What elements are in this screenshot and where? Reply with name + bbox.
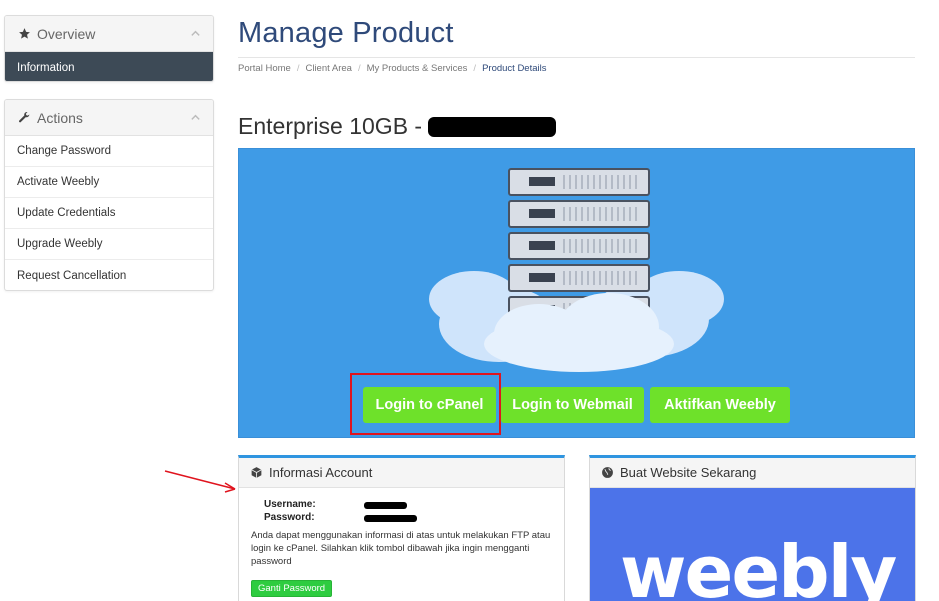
sidebar-actions-title: Actions xyxy=(37,109,83,126)
globe-icon xyxy=(600,466,614,480)
breadcrumb-product-details: Product Details xyxy=(482,63,547,74)
website-builder-panel: Buat Website Sekarang weebly xyxy=(589,455,916,601)
title-divider xyxy=(238,57,915,58)
sidebar-item-label: Upgrade Weebly xyxy=(17,238,103,250)
login-webmail-button[interactable]: Login to Webmail xyxy=(501,387,644,423)
sidebar-item-label: Change Password xyxy=(17,145,111,157)
sidebar-overview-title: Overview xyxy=(37,25,96,42)
username-value-redacted xyxy=(364,502,407,509)
sidebar-item-upgrade-weebly[interactable]: Upgrade Weebly xyxy=(5,229,213,260)
sidebar-item-update-credentials[interactable]: Update Credentials xyxy=(5,198,213,229)
breadcrumb-portal-home[interactable]: Portal Home xyxy=(238,63,291,74)
account-info-title: Informasi Account xyxy=(269,465,373,480)
chevron-up-icon[interactable] xyxy=(189,112,201,124)
product-name-text: Enterprise 10GB - xyxy=(238,113,423,139)
sidebar-actions-header[interactable]: Actions xyxy=(5,100,213,136)
breadcrumb-separator: / xyxy=(357,63,361,74)
website-builder-title: Buat Website Sekarang xyxy=(620,465,757,480)
breadcrumb-client-area[interactable]: Client Area xyxy=(305,63,351,74)
password-value-redacted xyxy=(364,515,417,522)
breadcrumb-separator: / xyxy=(473,63,477,74)
sidebar-item-label: Information xyxy=(17,61,75,74)
page-title: Manage Product xyxy=(238,17,454,49)
username-label: Username: xyxy=(264,499,316,510)
product-name: Enterprise 10GB - xyxy=(238,113,557,140)
activate-weebly-button[interactable]: Aktifkan Weebly xyxy=(650,387,790,423)
sidebar-item-activate-weebly[interactable]: Activate Weebly xyxy=(5,167,213,198)
password-label: Password: xyxy=(264,512,315,523)
change-password-button[interactable]: Ganti Password xyxy=(251,580,333,597)
account-info-header: Informasi Account xyxy=(239,458,564,488)
sidebar-item-label: Activate Weebly xyxy=(17,176,100,188)
cube-icon xyxy=(249,466,263,480)
sidebar-item-request-cancellation[interactable]: Request Cancellation xyxy=(5,260,213,290)
weebly-logo: weebly xyxy=(620,530,897,601)
sidebar-item-information[interactable]: Information xyxy=(5,52,213,81)
sidebar-item-label: Request Cancellation xyxy=(17,269,127,282)
sidebar-item-label: Update Credentials xyxy=(17,207,116,219)
sidebar-actions-panel: Actions Change Password Activate Weebly … xyxy=(4,99,214,291)
breadcrumb: Portal Home / Client Area / My Products … xyxy=(238,63,546,74)
redacted-domain xyxy=(428,116,557,137)
sidebar-item-change-password[interactable]: Change Password xyxy=(5,136,213,167)
account-info-description: Anda dapat menggunakan informasi di atas… xyxy=(251,530,551,567)
sidebar-overview-header[interactable]: Overview xyxy=(5,16,213,52)
chevron-up-icon[interactable] xyxy=(189,28,201,40)
weebly-banner[interactable]: weebly xyxy=(590,488,915,601)
annotation-highlight-box xyxy=(350,373,501,435)
breadcrumb-my-products[interactable]: My Products & Services xyxy=(367,63,468,74)
breadcrumb-separator: / xyxy=(296,63,300,74)
website-builder-header: Buat Website Sekarang xyxy=(590,458,915,488)
wrench-icon xyxy=(17,111,31,125)
star-icon xyxy=(17,27,31,41)
annotation-arrow-icon xyxy=(164,470,236,493)
account-info-panel: Informasi Account Username: Password: An… xyxy=(238,455,565,601)
sidebar-overview-panel: Overview Information xyxy=(4,15,214,82)
